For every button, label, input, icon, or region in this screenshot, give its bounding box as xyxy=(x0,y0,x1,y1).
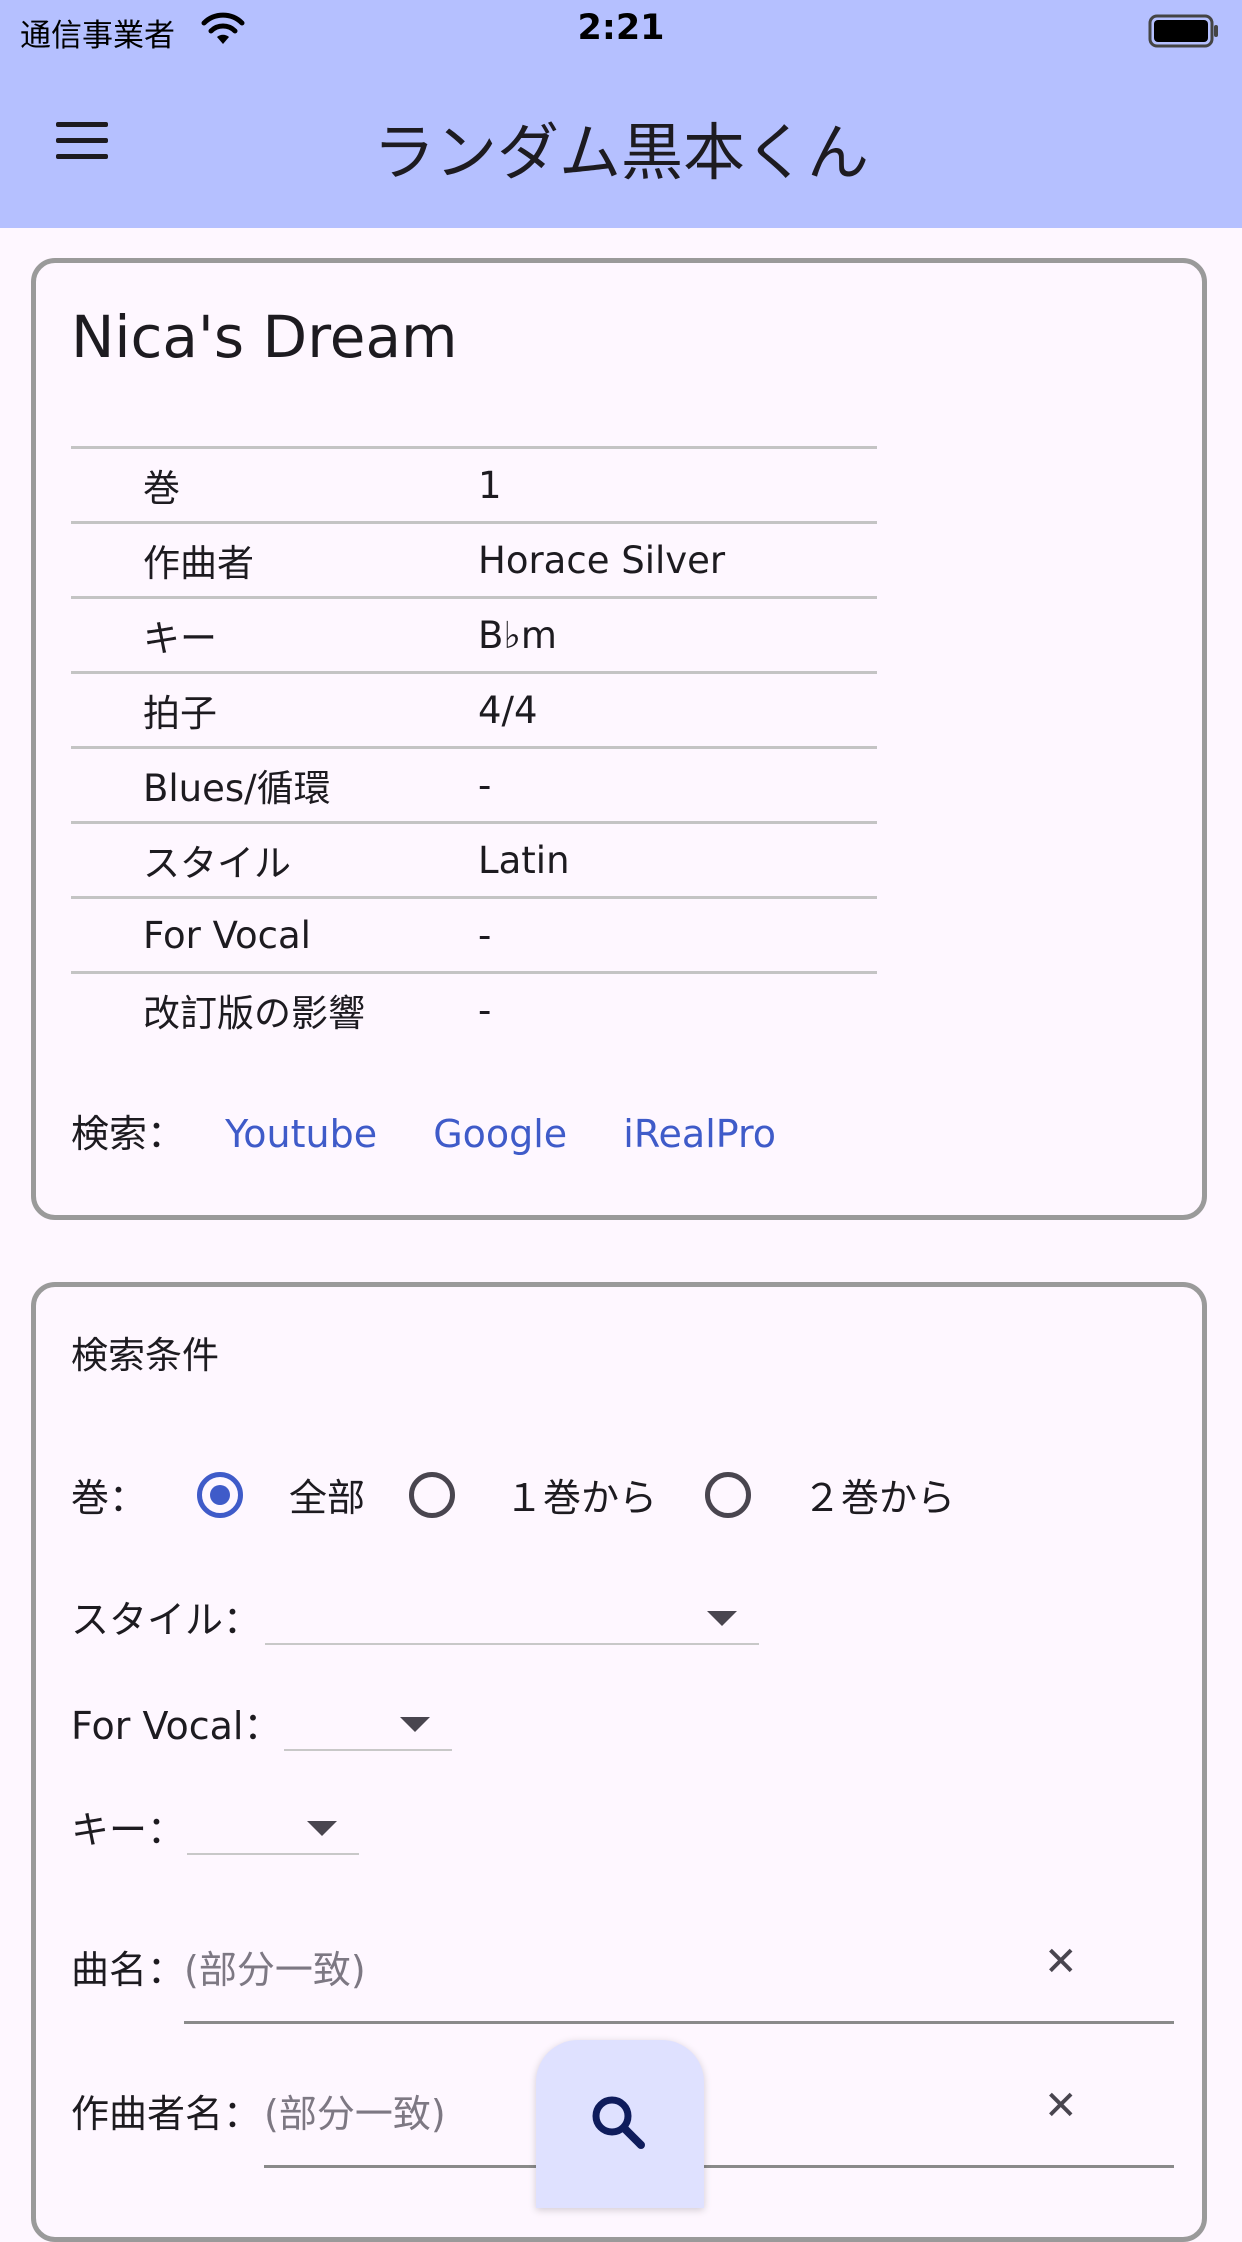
table-row: 改訂版の影響 - xyxy=(71,972,877,1047)
row-value: B♭m xyxy=(478,613,557,657)
chevron-down-icon xyxy=(307,1821,338,1836)
row-key: Blues/循環 xyxy=(143,767,331,810)
search-fab[interactable] xyxy=(536,2040,704,2208)
composer-label: 作曲者名： xyxy=(71,2092,262,2136)
search-links-label: 検索： xyxy=(71,1112,186,1156)
style-row: スタイル： xyxy=(71,1587,760,1645)
row-key: 改訂版の影響 xyxy=(143,992,365,1035)
radio-all-label[interactable]: 全部 xyxy=(289,1467,365,1522)
row-key: For Vocal xyxy=(143,913,311,957)
radio-vol2[interactable] xyxy=(705,1471,752,1518)
row-key: 拍子 xyxy=(143,692,217,735)
search-links: 検索： Youtube Google iRealPro xyxy=(71,1103,776,1158)
radio-all[interactable] xyxy=(197,1471,244,1518)
table-row: 作曲者 Horace Silver xyxy=(71,522,877,598)
status-bar: 通信事業者 2:21 xyxy=(0,0,1242,62)
google-link[interactable]: Google xyxy=(433,1112,567,1156)
style-dropdown[interactable] xyxy=(265,1587,760,1645)
radio-vol1-label[interactable]: １巻から xyxy=(505,1467,657,1522)
table-row: 巻1 xyxy=(71,447,877,523)
volume-label: 巻： xyxy=(71,1476,148,1520)
song-name-label: 曲名： xyxy=(71,1948,186,1992)
composer-placeholder: (部分一致) xyxy=(264,2092,446,2136)
row-key: キー xyxy=(143,617,217,660)
song-card: Nica's Dream 巻1 作曲者 Horace Silver キー B♭m 拍… xyxy=(31,258,1207,1220)
app-bar: ランダム黒本くん xyxy=(0,62,1242,228)
vocal-row: For Vocal： xyxy=(71,1693,452,1751)
clock: 2:21 xyxy=(577,8,665,48)
volume-radio-group: 巻： 全部 １巻から ２巻から xyxy=(71,1467,955,1522)
close-icon[interactable]: ✕ xyxy=(1044,1939,1078,1985)
row-key: スタイル xyxy=(143,842,291,885)
table-row: スタイル Latin xyxy=(71,822,877,898)
row-value: 4/4 xyxy=(478,688,538,732)
row-value: Horace Silver xyxy=(478,538,726,582)
key-dropdown[interactable] xyxy=(187,1797,360,1855)
table-row: Blues/循環 - xyxy=(71,747,877,823)
youtube-link[interactable]: Youtube xyxy=(225,1112,377,1156)
song-title: Nica's Dream xyxy=(71,303,458,371)
table-row: キー B♭m xyxy=(71,597,877,673)
row-value: Latin xyxy=(478,838,570,882)
song-info-table: 巻1 作曲者 Horace Silver キー B♭m 拍子 4/4 Blues/循環… xyxy=(71,446,877,1046)
row-value: - xyxy=(478,763,492,807)
radio-vol2-label[interactable]: ２巻から xyxy=(803,1467,955,1522)
irealpro-link[interactable]: iRealPro xyxy=(623,1112,776,1156)
search-icon xyxy=(592,2096,645,2149)
table-row: 拍子 4/4 xyxy=(71,672,877,748)
vocal-label: For Vocal： xyxy=(71,1703,282,1748)
song-name-input[interactable]: (部分一致) ✕ xyxy=(184,1939,1174,2024)
song-name-placeholder: (部分一致) xyxy=(184,1948,366,1992)
key-row: キー： xyxy=(71,1797,360,1855)
table-row: For Vocal - xyxy=(71,897,877,973)
conditions-title: 検索条件 xyxy=(71,1334,219,1377)
chevron-down-icon xyxy=(707,1611,738,1626)
row-value: - xyxy=(478,988,492,1032)
composer-input[interactable]: (部分一致) ✕ xyxy=(264,2083,1174,2168)
app-title: ランダム黒本くん xyxy=(372,116,869,189)
close-icon[interactable]: ✕ xyxy=(1044,2083,1078,2129)
style-label: スタイル： xyxy=(71,1597,262,1642)
key-label: キー： xyxy=(71,1807,186,1852)
row-value: - xyxy=(478,913,492,957)
chevron-down-icon xyxy=(399,1717,430,1732)
radio-vol1[interactable] xyxy=(409,1471,456,1518)
vocal-dropdown[interactable] xyxy=(283,1693,452,1751)
row-value: 1 xyxy=(478,463,502,507)
row-key: 巻 xyxy=(143,467,180,510)
row-key: 作曲者 xyxy=(143,542,254,585)
battery-icon xyxy=(1148,14,1218,48)
